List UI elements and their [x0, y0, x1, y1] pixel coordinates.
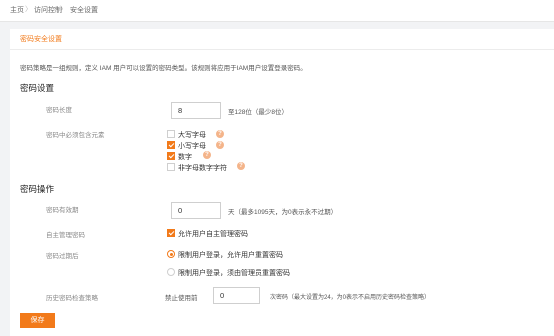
- history-prefix: 禁止使用前: [165, 295, 198, 302]
- checkbox-self-manage[interactable]: [167, 229, 175, 237]
- checkbox-uppercase[interactable]: [167, 130, 175, 138]
- breadcrumb-home[interactable]: 主页: [10, 5, 24, 15]
- checkbox-lowercase-label: 小写字母: [178, 143, 206, 150]
- checkbox-special-chars-label: 非字母数字字符: [178, 165, 227, 172]
- required-elements-label: 密码中必须包含元素: [46, 132, 105, 139]
- panel-title: 密码安全设置: [20, 36, 62, 43]
- checkbox-special-chars[interactable]: [167, 163, 175, 171]
- breadcrumb-separator-icon: 〉: [25, 6, 32, 13]
- checkbox-uppercase-label: 大写字母: [178, 132, 206, 139]
- section-title-password-operations: 密码操作: [20, 184, 55, 194]
- checkbox-digits[interactable]: [167, 152, 175, 160]
- password-validity-label: 密码有效期: [46, 207, 79, 214]
- password-length-input[interactable]: [171, 102, 221, 119]
- panel-divider: [10, 49, 554, 50]
- radio-allow-user-reset-label: 限制用户登录，允许用户重置密码: [178, 252, 283, 259]
- breadcrumb-security-settings: 安全设置: [70, 7, 98, 14]
- checkbox-digits-label: 数字: [178, 154, 192, 161]
- help-icon[interactable]: ?: [237, 162, 245, 170]
- breadcrumb-separator-icon: 〉: [60, 6, 67, 13]
- radio-allow-user-reset[interactable]: [167, 250, 175, 258]
- checkbox-lowercase[interactable]: [167, 141, 175, 149]
- history-hint: 次密码（最大设置为24，为0表示不启用历史密码检查策略）: [270, 295, 431, 301]
- password-validity-input[interactable]: [171, 202, 221, 219]
- breadcrumb-access-control[interactable]: 访问控制: [34, 5, 62, 15]
- help-icon[interactable]: ?: [216, 141, 224, 149]
- password-validity-hint: 天（最多1095天，为0表示永不过期）: [228, 209, 338, 216]
- after-expiry-label: 密码过期后: [46, 253, 79, 260]
- checkbox-self-manage-label: 允许用户自主管理密码: [178, 231, 248, 238]
- section-title-password-settings: 密码设置: [20, 83, 55, 93]
- help-icon[interactable]: ?: [203, 151, 211, 159]
- radio-admin-reset[interactable]: [167, 268, 175, 276]
- history-check-label: 历史密码检查策略: [46, 295, 98, 302]
- breadcrumb: 主页 〉 访问控制 〉 安全设置: [0, 0, 554, 22]
- history-count-input[interactable]: [213, 287, 260, 304]
- password-length-hint: 至128位（最少8位）: [228, 109, 288, 116]
- self-manage-label: 自主管理密码: [46, 232, 85, 239]
- policy-description: 密码策略是一组规则，定义 IAM 用户可以设置的密码类型。该规则将应用于IAM用…: [20, 65, 307, 72]
- password-length-label: 密码长度: [46, 107, 72, 114]
- help-icon[interactable]: ?: [216, 130, 224, 138]
- password-security-panel: 密码安全设置: [10, 29, 554, 336]
- radio-admin-reset-label: 限制用户登录，须由管理员重置密码: [178, 270, 290, 277]
- save-button[interactable]: 保存: [20, 313, 55, 328]
